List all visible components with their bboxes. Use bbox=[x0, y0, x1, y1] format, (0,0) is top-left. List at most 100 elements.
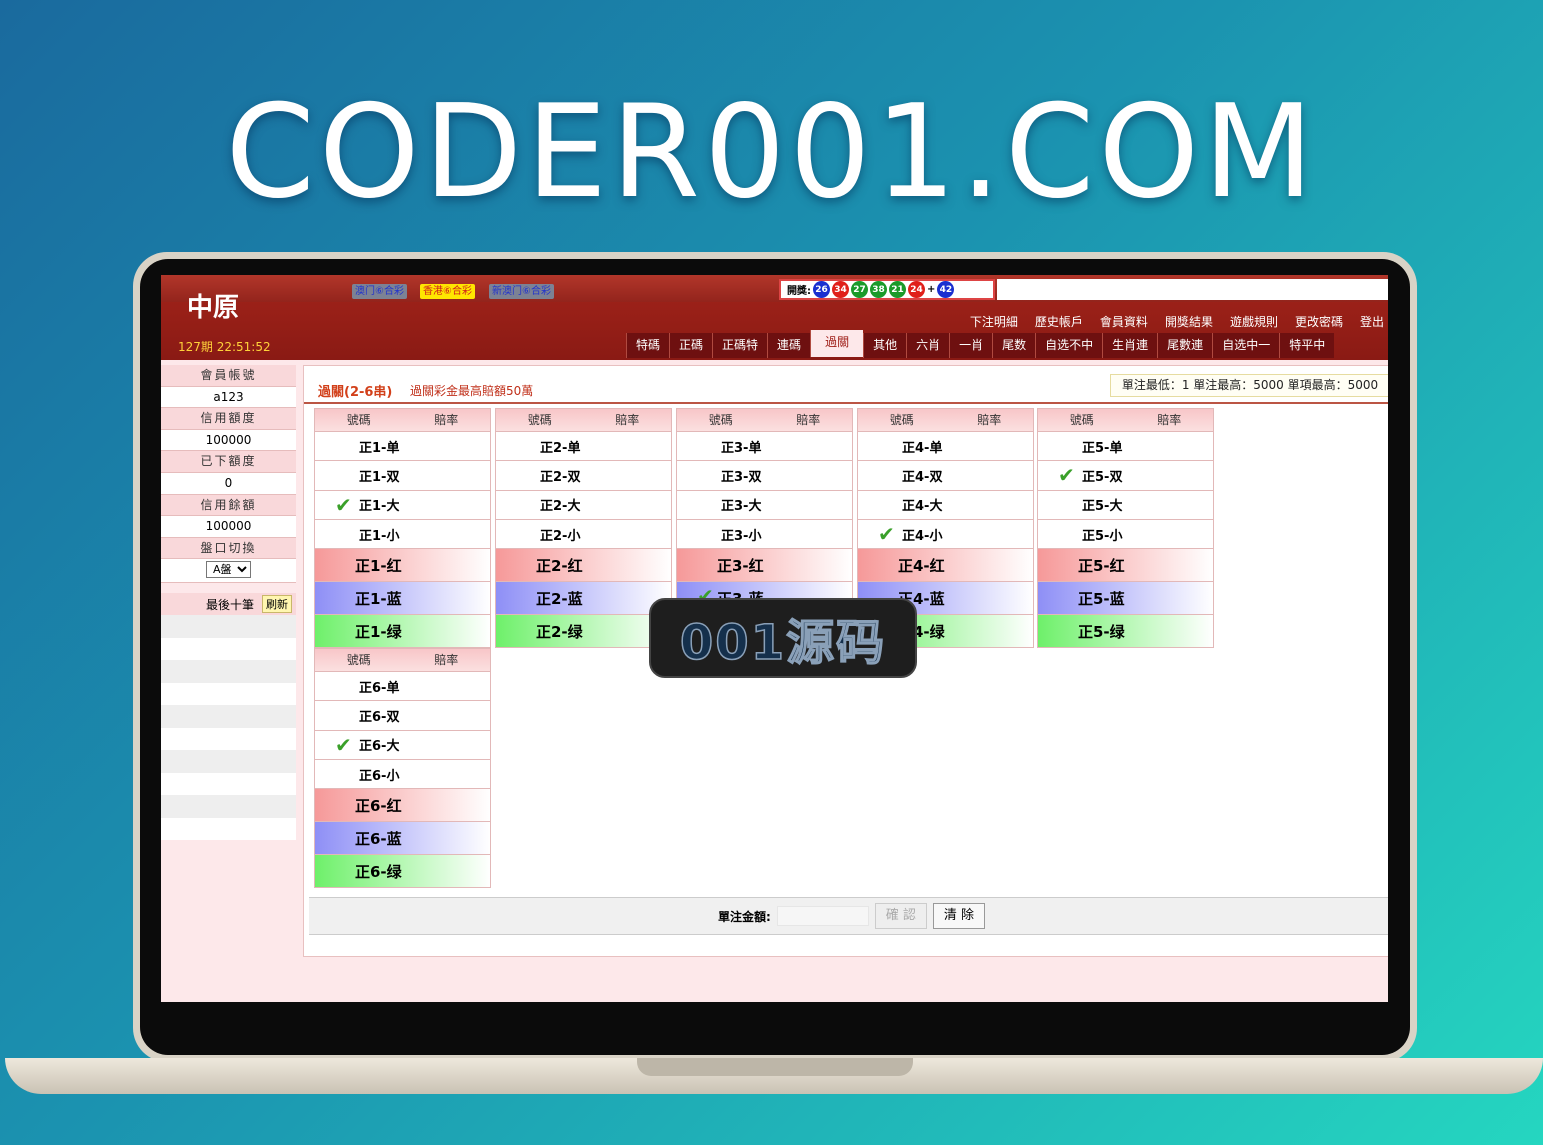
bet-option[interactable]: 正3-红 bbox=[677, 548, 852, 582]
confirm-button[interactable]: 確 認 bbox=[874, 903, 927, 929]
bet-option[interactable]: 正6-双 bbox=[315, 700, 490, 729]
column-header: 號碼 賠率 bbox=[496, 409, 671, 431]
bet-option[interactable]: 正5-绿 bbox=[1038, 614, 1213, 648]
draw-results: 開獎: 26 34 27 38 21 24 +42 bbox=[779, 279, 995, 300]
tab[interactable]: 特碼 bbox=[626, 333, 670, 358]
top-links: 下注明細 歷史帳戶 會員資料 開獎結果 遊戲規則 更改密碼 登出 bbox=[970, 313, 1384, 330]
tab[interactable]: 一肖 bbox=[949, 333, 993, 358]
bet-option[interactable]: 正1-蓝 bbox=[315, 581, 490, 615]
bet-option[interactable]: 正4-单 bbox=[858, 431, 1033, 460]
bet-option[interactable]: ✔ 正4-小 bbox=[858, 518, 1033, 548]
recent-bet-row bbox=[161, 750, 296, 773]
bet-option[interactable]: 正5-红 bbox=[1038, 548, 1213, 582]
bet-option-label: 正6-单 bbox=[359, 680, 400, 696]
bet-option[interactable]: 正6-单 bbox=[315, 671, 490, 700]
lottery-tab[interactable]: 澳门⑥合彩 bbox=[352, 284, 407, 299]
bet-group: 號碼 賠率正5-单 ✔ 正5-双 正5-大正5-小正5-红 正5-蓝正5-绿 bbox=[1037, 408, 1214, 649]
bet-option-label: 正1-单 bbox=[359, 440, 400, 456]
amount-input[interactable] bbox=[776, 906, 869, 926]
tab[interactable]: 連碼 bbox=[767, 333, 811, 358]
bet-option-label: 正5-绿 bbox=[1078, 622, 1125, 641]
bet-option-label: 正1-大 bbox=[359, 499, 400, 515]
bet-option-label: 正4-红 bbox=[898, 556, 945, 575]
top-link[interactable]: 登出 bbox=[1360, 313, 1384, 330]
bet-option[interactable]: 正3-双 bbox=[677, 460, 852, 489]
header-number: 號碼 bbox=[889, 413, 914, 427]
recent-bet-row bbox=[161, 705, 296, 728]
header-odds: 賠率 bbox=[434, 653, 459, 667]
bet-option[interactable]: 正3-小 bbox=[677, 518, 852, 548]
bet-option[interactable]: ✔ 正6-大 bbox=[315, 729, 490, 759]
top-link[interactable]: 更改密碼 bbox=[1295, 313, 1343, 330]
bet-option[interactable]: 正2-小 bbox=[496, 518, 671, 548]
odds-plate-select[interactable]: A盤 bbox=[206, 561, 251, 579]
tab[interactable]: 尾數連 bbox=[1157, 333, 1213, 358]
refresh-button[interactable]: 刷新 bbox=[262, 595, 292, 614]
bet-option[interactable]: 正1-小 bbox=[315, 518, 490, 548]
tab[interactable]: 正碼特 bbox=[712, 333, 768, 358]
tab[interactable]: 自选中一 bbox=[1212, 333, 1280, 358]
bet-option[interactable]: 正4-双 bbox=[858, 460, 1033, 489]
tab[interactable]: 尾数 bbox=[992, 333, 1036, 358]
bet-option[interactable]: 正2-红 bbox=[496, 548, 671, 582]
bet-option-label: 正2-双 bbox=[540, 469, 581, 485]
bet-option[interactable]: 正3-单 bbox=[677, 431, 852, 460]
tab[interactable]: 特平中 bbox=[1279, 333, 1335, 358]
clear-button[interactable]: 清 除 bbox=[932, 903, 986, 929]
recent-bet-row bbox=[161, 682, 296, 706]
bet-option[interactable]: 正5-大 bbox=[1038, 489, 1213, 519]
bet-option-label: 正3-大 bbox=[721, 499, 762, 515]
bet-option[interactable]: ✔ 正5-双 bbox=[1038, 460, 1213, 489]
top-link[interactable]: 會員資料 bbox=[1100, 313, 1148, 330]
recent-bet-row bbox=[161, 795, 296, 818]
top-link[interactable]: 開獎結果 bbox=[1165, 313, 1213, 330]
bet-option[interactable]: 正5-小 bbox=[1038, 518, 1213, 548]
bet-option[interactable]: 正2-双 bbox=[496, 460, 671, 489]
top-link[interactable]: 遊戲規則 bbox=[1230, 313, 1278, 330]
draw-ball: 21 bbox=[889, 281, 906, 298]
lottery-tab[interactable]: 新澳门⑥合彩 bbox=[489, 284, 554, 299]
sidebar-value: a123 bbox=[161, 386, 296, 409]
bet-option[interactable]: 正2-单 bbox=[496, 431, 671, 460]
bet-option[interactable]: 正1-绿 bbox=[315, 614, 490, 648]
header-odds: 賠率 bbox=[796, 413, 821, 427]
lottery-tab[interactable]: 香港⑥合彩 bbox=[420, 284, 475, 299]
bet-option[interactable]: 正1-双 bbox=[315, 460, 490, 489]
bet-option[interactable]: 正6-红 bbox=[315, 788, 490, 822]
bet-option[interactable]: 正2-大 bbox=[496, 489, 671, 519]
bet-option[interactable]: 正3-大 bbox=[677, 489, 852, 519]
marquee-bar bbox=[997, 279, 1388, 300]
bet-option-label: 正1-绿 bbox=[355, 622, 402, 641]
bet-option[interactable]: 正6-小 bbox=[315, 758, 490, 788]
bet-option-label: 正6-大 bbox=[359, 739, 400, 755]
bet-option[interactable]: 正2-蓝 bbox=[496, 581, 671, 615]
bet-group: 號碼 賠率正6-单正6-双 ✔ 正6-大 正6-小正6-红正6-蓝正6-绿 bbox=[314, 648, 491, 889]
bet-option-label: 正5-小 bbox=[1082, 528, 1123, 544]
bet-option-label: 正6-绿 bbox=[355, 862, 402, 881]
sidebar: 會員帳號 a123 信用額度 100000 已下額度 0 信用餘額 100000 盤口切換 A… bbox=[161, 365, 296, 841]
top-link[interactable]: 歷史帳戶 bbox=[1035, 313, 1083, 330]
bet-option[interactable]: ✔ 正1-大 bbox=[315, 489, 490, 519]
tab[interactable]: 六肖 bbox=[906, 333, 950, 358]
bet-option-label: 正6-红 bbox=[355, 796, 402, 815]
tab[interactable]: 生肖連 bbox=[1102, 333, 1158, 358]
tab[interactable]: 其他 bbox=[863, 333, 907, 358]
bet-option-label: 正4-大 bbox=[902, 499, 943, 515]
tab[interactable]: 正碼 bbox=[669, 333, 713, 358]
tab[interactable]: 過關 bbox=[810, 330, 864, 357]
bet-option[interactable]: 正5-蓝 bbox=[1038, 581, 1213, 615]
top-link[interactable]: 下注明細 bbox=[970, 313, 1018, 330]
bet-option[interactable]: 正6-绿 bbox=[315, 854, 490, 888]
bet-option[interactable]: 正1-单 bbox=[315, 431, 490, 460]
header-odds: 賠率 bbox=[1157, 413, 1182, 427]
checkmark-icon: ✔ bbox=[878, 521, 895, 546]
header-number: 號碼 bbox=[1069, 413, 1094, 427]
bet-option[interactable]: 正2-绿 bbox=[496, 614, 671, 648]
bet-option[interactable]: 正1-红 bbox=[315, 548, 490, 582]
bet-option[interactable]: 正4-红 bbox=[858, 548, 1033, 582]
header-number: 號碼 bbox=[346, 653, 371, 667]
tab[interactable]: 自选不中 bbox=[1035, 333, 1103, 358]
bet-option[interactable]: 正5-单 bbox=[1038, 431, 1213, 460]
bet-option[interactable]: 正4-大 bbox=[858, 489, 1033, 519]
bet-option[interactable]: 正6-蓝 bbox=[315, 821, 490, 855]
